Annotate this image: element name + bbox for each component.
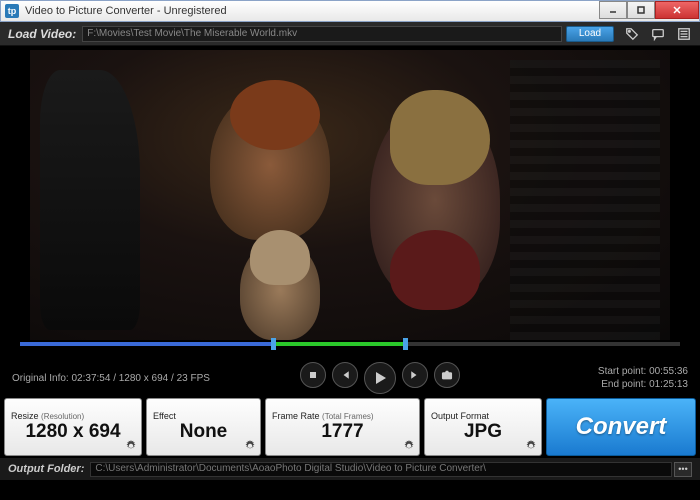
close-button[interactable] bbox=[655, 1, 699, 19]
original-info-label: Original Info: bbox=[12, 373, 71, 384]
snapshot-button[interactable] bbox=[434, 362, 460, 388]
titlebar: tp Video to Picture Converter - Unregist… bbox=[0, 0, 700, 22]
end-point-value: 01:25:13 bbox=[649, 379, 688, 390]
timeline[interactable] bbox=[20, 342, 680, 352]
minimize-button[interactable] bbox=[599, 1, 627, 19]
output-format-title: Output Format bbox=[431, 411, 535, 421]
video-frame[interactable] bbox=[30, 50, 670, 340]
output-folder-input[interactable]: C:\Users\Administrator\Documents\AoaoPho… bbox=[90, 462, 672, 477]
list-icon[interactable] bbox=[676, 26, 692, 42]
convert-button[interactable]: Convert bbox=[546, 398, 696, 456]
load-button[interactable]: Load bbox=[566, 26, 614, 42]
resize-panel[interactable]: Resize (Resolution) 1280 x 694 bbox=[4, 398, 142, 456]
window-title: Video to Picture Converter - Unregistere… bbox=[25, 5, 599, 17]
video-preview bbox=[0, 46, 700, 360]
effect-panel[interactable]: Effect None bbox=[146, 398, 261, 456]
start-point-label: Start point: bbox=[598, 366, 649, 377]
video-path-input[interactable]: F:\Movies\Test Movie\The Miserable World… bbox=[82, 26, 562, 42]
maximize-button[interactable] bbox=[627, 1, 655, 19]
gear-icon[interactable] bbox=[244, 440, 256, 452]
resize-title: Resize bbox=[11, 411, 39, 421]
browse-folder-button[interactable]: ••• bbox=[674, 462, 692, 477]
timeline-played bbox=[20, 342, 271, 346]
controls-row: Original Info: 02:37:54 / 1280 x 694 / 2… bbox=[0, 360, 700, 396]
comment-icon[interactable] bbox=[650, 26, 666, 42]
stop-button[interactable] bbox=[300, 362, 326, 388]
timeline-range bbox=[271, 342, 403, 346]
next-frame-button[interactable] bbox=[402, 362, 428, 388]
output-format-value: JPG bbox=[431, 421, 535, 443]
effect-title: Effect bbox=[153, 411, 254, 421]
output-folder-label: Output Folder: bbox=[8, 463, 84, 475]
playback-controls bbox=[212, 362, 548, 394]
tag-icon[interactable] bbox=[624, 26, 640, 42]
end-point-label: End point: bbox=[601, 379, 649, 390]
range-points: Start point: 00:55:36 End point: 01:25:1… bbox=[548, 365, 688, 391]
resize-subtitle: (Resolution) bbox=[41, 412, 84, 421]
load-video-label: Load Video: bbox=[8, 27, 76, 41]
load-bar: Load Video: F:\Movies\Test Movie\The Mis… bbox=[0, 22, 700, 46]
gear-icon[interactable] bbox=[125, 440, 137, 452]
framerate-value: 1777 bbox=[272, 421, 413, 443]
gear-icon[interactable] bbox=[525, 440, 537, 452]
original-info: Original Info: 02:37:54 / 1280 x 694 / 2… bbox=[12, 373, 212, 384]
output-folder-bar: Output Folder: C:\Users\Administrator\Do… bbox=[0, 458, 700, 480]
window-controls bbox=[599, 1, 699, 19]
range-start-handle[interactable] bbox=[271, 338, 276, 350]
framerate-subtitle: (Total Frames) bbox=[322, 412, 374, 421]
gear-icon[interactable] bbox=[403, 440, 415, 452]
play-button[interactable] bbox=[364, 362, 396, 394]
output-format-panel[interactable]: Output Format JPG bbox=[424, 398, 542, 456]
prev-frame-button[interactable] bbox=[332, 362, 358, 388]
framerate-title: Frame Rate bbox=[272, 411, 320, 421]
resize-value: 1280 x 694 bbox=[11, 421, 135, 443]
effect-value: None bbox=[153, 421, 254, 443]
start-point-value: 00:55:36 bbox=[649, 366, 688, 377]
app-icon: tp bbox=[5, 4, 19, 18]
framerate-panel[interactable]: Frame Rate (Total Frames) 1777 bbox=[265, 398, 420, 456]
timeline-track[interactable] bbox=[20, 342, 680, 346]
original-info-value: 02:37:54 / 1280 x 694 / 23 FPS bbox=[71, 373, 209, 384]
settings-panels: Resize (Resolution) 1280 x 694 Effect No… bbox=[0, 396, 700, 458]
range-end-handle[interactable] bbox=[403, 338, 408, 350]
